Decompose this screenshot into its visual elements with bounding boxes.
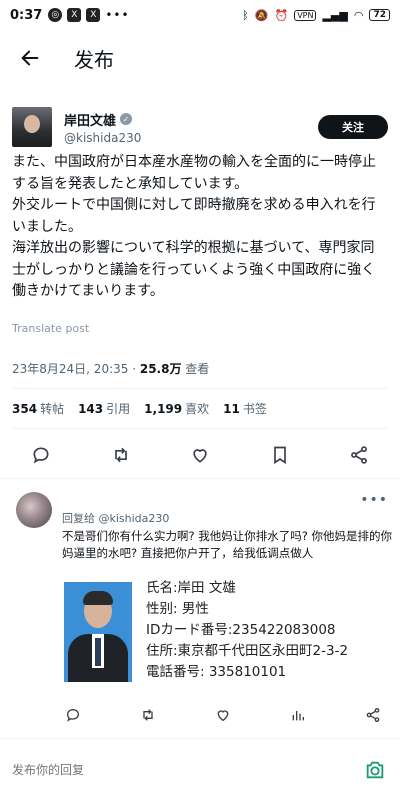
- id-photo: [64, 582, 132, 682]
- comment-icon: [66, 708, 80, 722]
- status-time: 0:37: [10, 7, 43, 23]
- post-text: また、中国政府が日本産水産物の輸入を全面的に一時停止する旨を発表したと承知してい…: [12, 154, 376, 299]
- heart-icon: [217, 710, 229, 722]
- back-button[interactable]: [0, 38, 60, 78]
- repost-icon: [114, 447, 127, 463]
- share-icon: [366, 708, 380, 722]
- id-number: IDカード番号:235422083008: [146, 622, 336, 638]
- bluetooth-icon: ᛒ: [242, 8, 249, 22]
- reply-reply-button[interactable]: [58, 700, 88, 730]
- share-button[interactable]: [344, 440, 374, 470]
- like-button[interactable]: [185, 440, 215, 470]
- silent-icon: 🔕: [254, 8, 269, 22]
- id-name: 氏名:岸田 文雄: [146, 580, 236, 596]
- reply-actions: [58, 700, 388, 730]
- arrow-left-icon: [21, 50, 39, 66]
- app-notification-icon: ◎: [48, 8, 63, 22]
- divider: [12, 388, 388, 389]
- comment-icon: [33, 447, 49, 464]
- x-app-icon: X: [67, 8, 82, 22]
- more-notifications-icon: •••: [105, 8, 130, 22]
- likes-stat[interactable]: 1,199 喜欢: [144, 400, 209, 417]
- reply-like-button[interactable]: [208, 700, 238, 730]
- bar-chart-icon: [292, 711, 304, 721]
- share-icon: [351, 446, 367, 464]
- likes-label: 喜欢: [185, 402, 210, 416]
- reposts-stat[interactable]: 354 转帖: [12, 400, 64, 417]
- post-meta: 23年8月24日, 20:35 · 25.8万 查看: [12, 360, 209, 377]
- reply-image[interactable]: 氏名:岸田 文雄 性别: 男性 IDカード番号:235422083008 住所:…: [60, 578, 380, 688]
- camera-button[interactable]: [362, 757, 388, 783]
- top-bar: 发布: [0, 38, 400, 78]
- post-date[interactable]: 23年8月24日, 20:35 ·: [12, 362, 140, 376]
- divider: [12, 428, 388, 429]
- post-views: 25.8万: [139, 362, 182, 376]
- repost-button[interactable]: [106, 440, 136, 470]
- reposts-label: 转帖: [40, 402, 65, 416]
- reply-avatar[interactable]: [16, 492, 52, 528]
- battery-icon: 72: [369, 9, 390, 21]
- follow-button[interactable]: 关注: [318, 115, 388, 139]
- post-stats: 354 转帖 143 引用 1,199 喜欢 11 书签: [12, 400, 267, 417]
- reply-share-button[interactable]: [358, 700, 388, 730]
- reply-text: 不是哥们你有什么实力啊? 我他妈让你排水了吗? 你他妈是排的你妈逼里的水吧? 直…: [62, 529, 393, 560]
- bookmarks-stat[interactable]: 11 书签: [223, 400, 267, 417]
- reposts-count: 354: [12, 402, 38, 416]
- translate-post-link[interactable]: Translate post: [12, 322, 89, 335]
- author-names: 岸田文雄 ✓ @kishida230: [64, 110, 141, 145]
- author-name[interactable]: 岸田文雄: [64, 110, 116, 129]
- post-views-label: 查看: [181, 362, 210, 376]
- signal-icon: ▂▄▆: [322, 8, 348, 22]
- divider: [0, 478, 400, 479]
- wifi-icon: ◠: [353, 8, 364, 22]
- quotes-count: 143: [78, 402, 104, 416]
- author-name-row: 岸田文雄 ✓: [64, 110, 141, 129]
- reply-composer: [0, 738, 400, 800]
- id-address: 住所:東京都千代田区永田町2-3-2: [146, 643, 349, 659]
- verified-badge-icon: ✓: [120, 113, 133, 125]
- reply-repost-button[interactable]: [133, 700, 163, 730]
- status-bar: 0:37 ◎ X X ••• ᛒ 🔕 ⏰ VPN ▂▄▆ ◠ 72: [0, 0, 400, 30]
- reply-to-label[interactable]: 回复给 @kishida230: [62, 510, 169, 526]
- x-app-icon-2: X: [86, 8, 101, 22]
- bookmarks-count: 11: [223, 402, 240, 416]
- id-gender: 性别: 男性: [146, 601, 209, 617]
- repost-icon: [143, 709, 153, 721]
- more-options-icon[interactable]: •••: [360, 492, 388, 508]
- likes-count: 1,199: [144, 402, 183, 416]
- quotes-label: 引用: [106, 402, 131, 416]
- reply-views-button[interactable]: [283, 700, 313, 730]
- bookmark-button[interactable]: [265, 440, 295, 470]
- alarm-icon: ⏰: [274, 8, 289, 22]
- reply-input[interactable]: [12, 762, 332, 777]
- quotes-stat[interactable]: 143 引用: [78, 400, 130, 417]
- author-avatar[interactable]: [12, 107, 52, 147]
- status-right: ᛒ 🔕 ⏰ VPN ▂▄▆ ◠ 72: [242, 9, 390, 22]
- id-phone: 電話番号: 335810101: [146, 664, 287, 680]
- post-actions: [14, 440, 386, 470]
- id-card-info: 氏名:岸田 文雄 性别: 男性 IDカード番号:235422083008 住所:…: [146, 578, 348, 683]
- bookmarks-label: 书签: [242, 402, 267, 416]
- bookmark-icon: [273, 446, 286, 465]
- camera-icon: [366, 761, 384, 778]
- page-title: 发布: [74, 47, 114, 72]
- heart-icon: [193, 449, 207, 463]
- post-author: 岸田文雄 ✓ @kishida230 关注: [12, 104, 388, 150]
- vpn-icon: VPN: [294, 9, 317, 21]
- reply-button[interactable]: [26, 440, 56, 470]
- author-handle[interactable]: @kishida230: [64, 131, 141, 145]
